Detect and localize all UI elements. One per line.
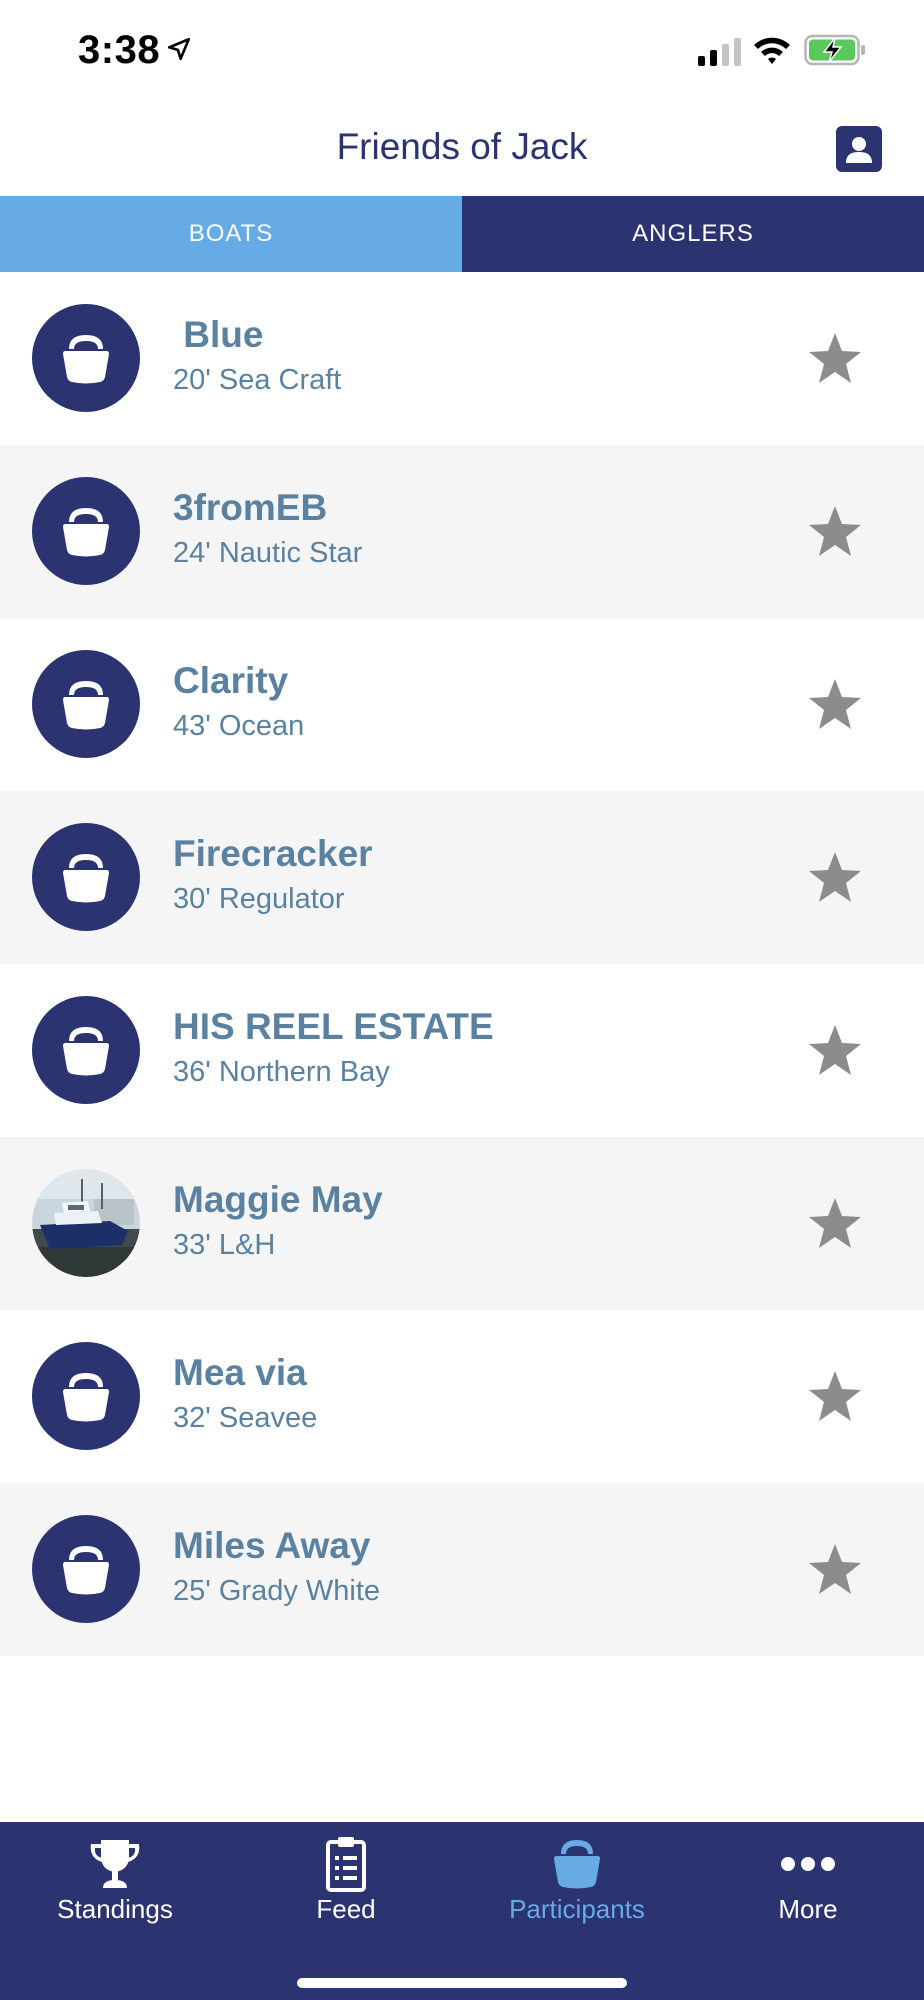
- location-arrow-icon: [167, 37, 191, 61]
- segment-tabs: BOATS ANGLERS: [0, 196, 924, 272]
- list-item[interactable]: Firecracker 30' Regulator: [0, 791, 924, 964]
- nav-label: Participants: [509, 1894, 645, 1924]
- boat-description: 30' Regulator: [173, 883, 345, 915]
- favorite-star-icon[interactable]: [806, 503, 864, 561]
- tab-boats[interactable]: BOATS: [0, 196, 462, 272]
- favorite-star-icon[interactable]: [806, 849, 864, 907]
- boat-icon: [63, 335, 109, 384]
- boat-name: Miles Away: [173, 1525, 371, 1566]
- boat-description: 36' Northern Bay: [173, 1056, 390, 1088]
- cellular-signal-icon: [698, 38, 741, 66]
- favorite-star-icon[interactable]: [806, 1541, 864, 1599]
- boat-avatar: [32, 304, 140, 412]
- boat-photo: [32, 1169, 140, 1277]
- boat-icon: [63, 1546, 109, 1595]
- favorite-star-icon[interactable]: [806, 676, 864, 734]
- boat-name: Maggie May: [173, 1179, 383, 1220]
- nav-label: Feed: [316, 1894, 376, 1924]
- home-indicator[interactable]: [297, 1978, 627, 1988]
- list-item[interactable]: HIS REEL ESTATE 36' Northern Bay: [0, 964, 924, 1137]
- trophy-icon: [90, 1840, 140, 1888]
- boat-avatar: [32, 823, 140, 931]
- battery-charging-icon: [804, 34, 865, 66]
- page-title: Friends of Jack: [336, 126, 588, 167]
- boat-description: 24' Nautic Star: [173, 537, 363, 569]
- list-item[interactable]: Maggie May 33' L&H: [0, 1137, 924, 1310]
- tab-anglers[interactable]: ANGLERS: [462, 196, 924, 272]
- boat-name: 3fromEB: [173, 487, 328, 528]
- nav-participants[interactable]: Participants: [477, 1822, 677, 1952]
- boat-avatar: [32, 650, 140, 758]
- favorite-star-icon[interactable]: [806, 330, 864, 388]
- boat-list: Blue 20' Sea Craft 3fromEB 24' Nautic St…: [0, 272, 924, 1656]
- favorite-star-icon[interactable]: [806, 1195, 864, 1253]
- person-icon: [846, 137, 872, 163]
- boat-avatar: [32, 477, 140, 585]
- boat-description: 32' Seavee: [173, 1402, 318, 1434]
- boat-icon: [63, 1027, 109, 1076]
- favorite-star-icon[interactable]: [806, 1368, 864, 1426]
- boat-name: Clarity: [173, 660, 289, 701]
- nav-standings[interactable]: Standings: [15, 1822, 215, 1952]
- favorite-star-icon[interactable]: [806, 1022, 864, 1080]
- boat-description: 43' Ocean: [173, 710, 305, 742]
- boat-description: 25' Grady White: [173, 1575, 381, 1607]
- status-bar: 3:38: [0, 0, 924, 104]
- list-item[interactable]: Mea via 32' Seavee: [0, 1310, 924, 1483]
- boat-name: Mea via: [173, 1352, 307, 1393]
- boat-icon: [63, 1373, 109, 1422]
- nav-label: More: [778, 1894, 838, 1924]
- boat-description: 20' Sea Craft: [173, 364, 342, 396]
- boat-icon: [554, 1840, 600, 1889]
- boat-icon: [63, 854, 109, 903]
- app-screen: 3:38 Friends of Jack BOATS ANGLERS Blue …: [0, 0, 924, 2000]
- nav-more[interactable]: More: [708, 1822, 908, 1952]
- boat-name: Firecracker: [173, 833, 373, 874]
- boat-icon: [63, 508, 109, 557]
- status-time: 3:38: [78, 28, 161, 72]
- more-dots-icon: [781, 1857, 835, 1871]
- boat-icon: [63, 681, 109, 730]
- nav-feed[interactable]: Feed: [246, 1822, 446, 1952]
- boat-name: HIS REEL ESTATE: [173, 1006, 494, 1047]
- boat-avatar: [32, 1342, 140, 1450]
- nav-label: Standings: [57, 1894, 173, 1924]
- header: Friends of Jack: [0, 104, 924, 196]
- list-item[interactable]: 3fromEB 24' Nautic Star: [0, 445, 924, 618]
- bottom-tab-bar: Standings Feed Participants More: [0, 1822, 924, 2000]
- profile-button[interactable]: [836, 126, 882, 172]
- list-item[interactable]: Clarity 43' Ocean: [0, 618, 924, 791]
- boat-avatar: [32, 996, 140, 1104]
- list-item[interactable]: Miles Away 25' Grady White: [0, 1483, 924, 1656]
- clipboard-icon: [326, 1837, 366, 1892]
- boat-avatar: [32, 1515, 140, 1623]
- list-item[interactable]: Blue 20' Sea Craft: [0, 272, 924, 445]
- boat-name: Blue: [173, 314, 264, 355]
- wifi-icon: [754, 37, 790, 64]
- boat-description: 33' L&H: [173, 1229, 276, 1261]
